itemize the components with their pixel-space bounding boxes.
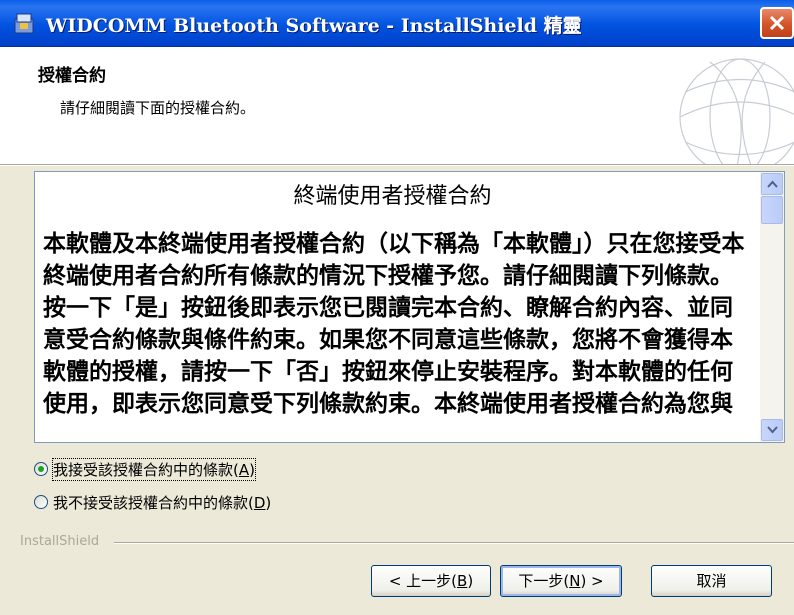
license-text-box[interactable]: 終端使用者授權合約 本軟體及本終端使用者授權合約（以下稱為「本軟體」）只在您接受… [34,171,785,443]
decline-radio[interactable] [34,495,48,509]
window-title: WIDCOMM Bluetooth Software - InstallShie… [46,15,582,37]
accept-radio[interactable] [34,462,48,476]
installer-icon [14,13,34,34]
scroll-down-icon [767,426,778,434]
back-label-end: ) [467,572,474,590]
accept-label[interactable]: 我接受該授權合約中的條款(A) [52,457,256,481]
close-icon [769,15,785,31]
cancel-button[interactable]: 取消 [651,565,772,597]
page-title: 授權合約 [38,66,106,86]
accept-label-text: 我接受該授權合約中的條款( [53,460,239,479]
page-subtitle: 請仔細閱讀下面的授權合約。 [60,99,256,117]
accept-label-end: ) [249,460,255,479]
header-divider [0,164,794,166]
back-accesskey: B [457,572,468,590]
back-button[interactable]: < 上一步(B) [371,565,491,597]
decline-label-end: ) [265,493,272,512]
accept-accesskey: A [238,460,250,479]
license-heading: 終端使用者授權合約 [293,184,492,209]
installshield-brand: InstallShield [20,534,100,549]
decline-accesskey: D [253,493,266,512]
back-label: < 上一步( [388,572,458,590]
footer-divider [114,542,794,544]
scroll-thumb[interactable] [761,196,783,224]
next-label-end: ) > [580,572,604,590]
decline-label[interactable]: 我不接受該授權合約中的條款(D) [53,492,271,513]
close-button[interactable] [760,7,794,39]
vertical-scrollbar[interactable] [760,172,784,442]
license-body: 本軟體及本終端使用者授權合約（以下稱為「本軟體」）只在您接受本終端使用者合約所有… [43,230,745,417]
scroll-up-button[interactable] [761,173,783,195]
next-accesskey: N [569,572,581,590]
decline-option[interactable]: 我不接受該授權合約中的條款(D) [34,491,271,513]
title-bar[interactable]: WIDCOMM Bluetooth Software - InstallShie… [0,0,794,47]
next-button[interactable]: 下一步(N) > [500,565,622,597]
decline-label-text: 我不接受該授權合約中的條款( [53,493,254,512]
globe-icon [679,58,794,164]
next-label: 下一步( [518,572,570,590]
dialog-header: 授權合約 請仔細閱讀下面的授權合約。 [0,47,794,164]
scroll-down-button[interactable] [761,419,783,441]
accept-option[interactable]: 我接受該授權合約中的條款(A) [34,457,256,481]
scroll-up-icon [767,180,778,188]
